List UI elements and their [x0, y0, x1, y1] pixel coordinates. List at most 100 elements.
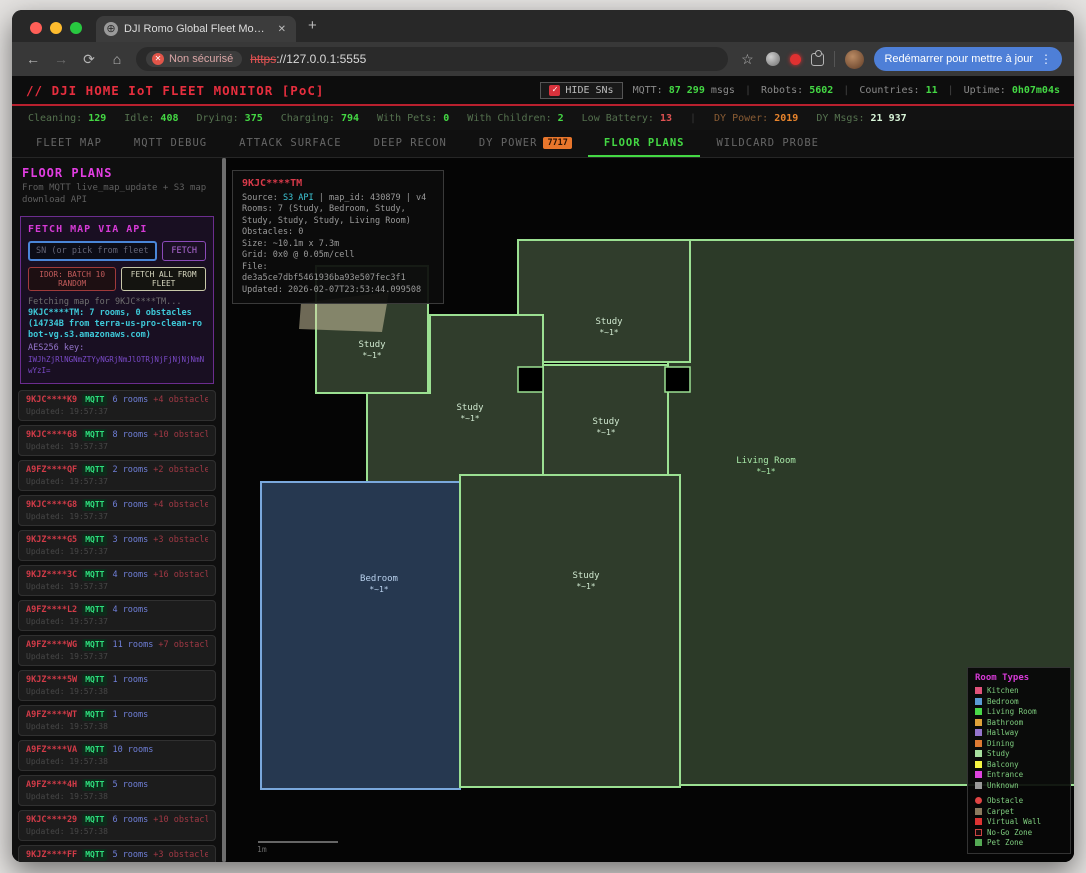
- uptime-stat: Uptime: 0h07m04s: [964, 85, 1060, 96]
- tooltip-updated: Updated: 2026-02-07T23:53:44.099508: [242, 285, 434, 297]
- robot-sn: 9KJZ****FF: [26, 849, 77, 861]
- room-bedroom[interactable]: [261, 482, 460, 789]
- scale-bar: 1m: [257, 842, 338, 854]
- floorplan-list-item[interactable]: 9KJC****29 MQTT 6 rooms +10 obstacles Up…: [18, 810, 216, 841]
- floorplan-list-item[interactable]: A9FZ****4H MQTT 5 rooms Updated: 19:57:3…: [18, 775, 216, 806]
- new-tab-button[interactable]: +: [308, 17, 317, 34]
- back-icon[interactable]: ←: [24, 51, 42, 67]
- floor-plans-sidebar: FLOOR PLANS From MQTT live_map_update + …: [12, 158, 222, 862]
- floorplan-list-item[interactable]: 9KJC****G8 MQTT 6 rooms +4 obstacles Upd…: [18, 495, 216, 526]
- mqtt-badge: MQTT: [82, 429, 107, 441]
- floorplan-list-item[interactable]: A9FZ****WG MQTT 11 rooms +7 obstacles Up…: [18, 635, 216, 666]
- more-menu-icon[interactable]: ⋮: [1040, 52, 1052, 66]
- floorplan-list-item[interactable]: 9KJZ****5W MQTT 1 rooms Updated: 19:57:3…: [18, 670, 216, 701]
- floorplan-list-item[interactable]: 9KJC****68 MQTT 8 rooms +10 obstacles Up…: [18, 425, 216, 456]
- room-study-bottom[interactable]: [460, 475, 680, 787]
- legend-item: Kitchen: [975, 686, 1063, 697]
- floorplan-list-item[interactable]: A9FZ****QF MQTT 2 rooms +2 obstacles Upd…: [18, 460, 216, 491]
- floorplan-list-item[interactable]: A9FZ****L2 MQTT 4 rooms Updated: 19:57:3…: [18, 600, 216, 631]
- updated-timestamp: Updated: 19:57:38: [26, 791, 208, 802]
- fetch-all-button[interactable]: FETCH ALL FROM FLEET: [121, 267, 206, 291]
- sn-input[interactable]: [28, 241, 157, 261]
- extension-mask-icon[interactable]: [766, 52, 780, 66]
- reload-icon[interactable]: ⟳: [80, 51, 98, 68]
- tab-wildcard-probe[interactable]: WILDCARD PROBE: [700, 130, 835, 157]
- rooms-count: 6 rooms: [112, 499, 148, 511]
- mqtt-badge: MQTT: [82, 464, 107, 476]
- tab-dy-power[interactable]: DY POWER7717: [463, 130, 588, 157]
- robot-sn: 9KJC****29: [26, 814, 77, 826]
- legend-swatch-icon: [975, 808, 982, 815]
- pets-stat: With Pets: 0: [377, 113, 449, 124]
- room-tag: *~1*: [460, 414, 479, 423]
- fetch-button[interactable]: FETCH: [162, 241, 206, 261]
- floorplan-list-item[interactable]: 9KJZ****FF MQTT 5 rooms +3 obstacles Upd…: [18, 845, 216, 862]
- obstacles-count: +3 obstacles: [153, 849, 208, 861]
- mqtt-badge: MQTT: [82, 709, 107, 721]
- legend-swatch-icon: [975, 740, 982, 747]
- floorplan-list-item[interactable]: A9FZ****WT MQTT 1 rooms Updated: 19:57:3…: [18, 705, 216, 736]
- window-close-button[interactable]: [30, 22, 42, 34]
- bookmark-star-icon[interactable]: ☆: [738, 51, 756, 68]
- updated-timestamp: Updated: 19:57:38: [26, 826, 208, 837]
- extension-record-icon[interactable]: [790, 54, 801, 65]
- legend-item: Living Room: [975, 707, 1063, 718]
- tooltip-sn: 9KJC****TM: [242, 178, 434, 190]
- legend-label: Obstacle: [987, 796, 1023, 805]
- url-text[interactable]: https://127.0.0.1:5555: [250, 52, 366, 66]
- obstacles-count: +2 obstacles: [153, 464, 208, 476]
- mqtt-badge: MQTT: [82, 394, 107, 406]
- legend-label: Bedroom: [987, 697, 1019, 706]
- robot-sn: 9KJC****68: [26, 429, 77, 441]
- window-minimize-button[interactable]: [50, 22, 62, 34]
- floor-plan-map: Study *~1* Study *~1* Study *~1* Study *…: [226, 158, 1074, 862]
- room-label: Living Room: [736, 456, 796, 466]
- hide-sns-toggle[interactable]: ✓ HIDE SNs: [540, 82, 622, 99]
- rooms-count: 2 rooms: [112, 464, 148, 476]
- robot-sn: A9FZ****WG: [26, 639, 77, 651]
- updated-timestamp: Updated: 19:57:38: [26, 861, 208, 862]
- app-tab-bar: FLEET MAP MQTT DEBUG ATTACK SURFACE DEEP…: [12, 130, 1074, 158]
- extensions-puzzle-icon[interactable]: [811, 53, 824, 66]
- profile-avatar[interactable]: [845, 50, 864, 69]
- updated-timestamp: Updated: 19:57:37: [26, 616, 208, 627]
- legend-swatch-icon: [975, 839, 982, 846]
- obstacles-count: +7 obstacles: [158, 639, 208, 651]
- tab-close-icon[interactable]: ✕: [276, 24, 288, 35]
- legend-item: Pet Zone: [975, 838, 1063, 849]
- room-label: Bedroom: [360, 574, 398, 584]
- floorplan-list-item[interactable]: A9FZ****VA MQTT 10 rooms Updated: 19:57:…: [18, 740, 216, 771]
- floorplan-list-item[interactable]: 9KJC****K9 MQTT 6 rooms +4 obstacles Upd…: [18, 390, 216, 421]
- tooltip-size: Size: ~10.1m x 7.3m: [242, 239, 434, 251]
- tab-deep-recon[interactable]: DEEP RECON: [358, 130, 463, 157]
- browser-titlebar: ⊕ DJI Romo Global Fleet Monitor ✕ +: [12, 10, 1074, 42]
- toolbar-right: ☆ Redémarrer pour mettre à jour ⋮: [738, 47, 1062, 71]
- idor-batch-button[interactable]: IDOR: BATCH 10 RANDOM: [28, 267, 116, 291]
- updated-timestamp: Updated: 19:57:38: [26, 721, 208, 732]
- browser-tab[interactable]: ⊕ DJI Romo Global Fleet Monitor ✕: [96, 16, 296, 42]
- floorplan-list-item[interactable]: 9KJZ****G5 MQTT 3 rooms +3 obstacles Upd…: [18, 530, 216, 561]
- tab-floor-plans[interactable]: FLOOR PLANS: [588, 130, 701, 157]
- rooms-count: 10 rooms: [112, 744, 153, 756]
- checkbox-checked-icon[interactable]: ✓: [549, 85, 560, 96]
- fetch-map-panel: FETCH MAP VIA API FETCH IDOR: BATCH 10 R…: [20, 216, 214, 384]
- security-badge[interactable]: ✕ Non sécurisé: [146, 51, 242, 67]
- tab-attack-surface[interactable]: ATTACK SURFACE: [223, 130, 358, 157]
- fleet-monitor-app: // DJI HOME IoT FLEET MONITOR [PoC] ✓ HI…: [12, 76, 1074, 862]
- tooltip-rooms: Rooms: 7 (Study, Bedroom, Study, Study, …: [242, 204, 434, 227]
- legend-title: Room Types: [975, 673, 1063, 683]
- floorplan-list-item[interactable]: 9KJZ****3C MQTT 4 rooms +16 obstacles Up…: [18, 565, 216, 596]
- updated-timestamp: Updated: 19:57:37: [26, 581, 208, 592]
- restart-update-button[interactable]: Redémarrer pour mettre à jour ⋮: [874, 47, 1062, 71]
- home-icon[interactable]: ⌂: [108, 51, 126, 67]
- map-hole: [665, 367, 690, 392]
- rooms-count: 6 rooms: [112, 814, 148, 826]
- forward-icon[interactable]: →: [52, 51, 70, 67]
- tab-fleet-map[interactable]: FLEET MAP: [20, 130, 118, 157]
- room-types-legend: Room Types Kitchen Bedroom: [967, 667, 1071, 855]
- s3-api-label: S3 API: [283, 193, 314, 203]
- url-bar[interactable]: ✕ Non sécurisé https://127.0.0.1:5555: [136, 47, 728, 71]
- idle-stat: Idle: 408: [124, 113, 178, 124]
- tab-mqtt-debug[interactable]: MQTT DEBUG: [118, 130, 223, 157]
- window-zoom-button[interactable]: [70, 22, 82, 34]
